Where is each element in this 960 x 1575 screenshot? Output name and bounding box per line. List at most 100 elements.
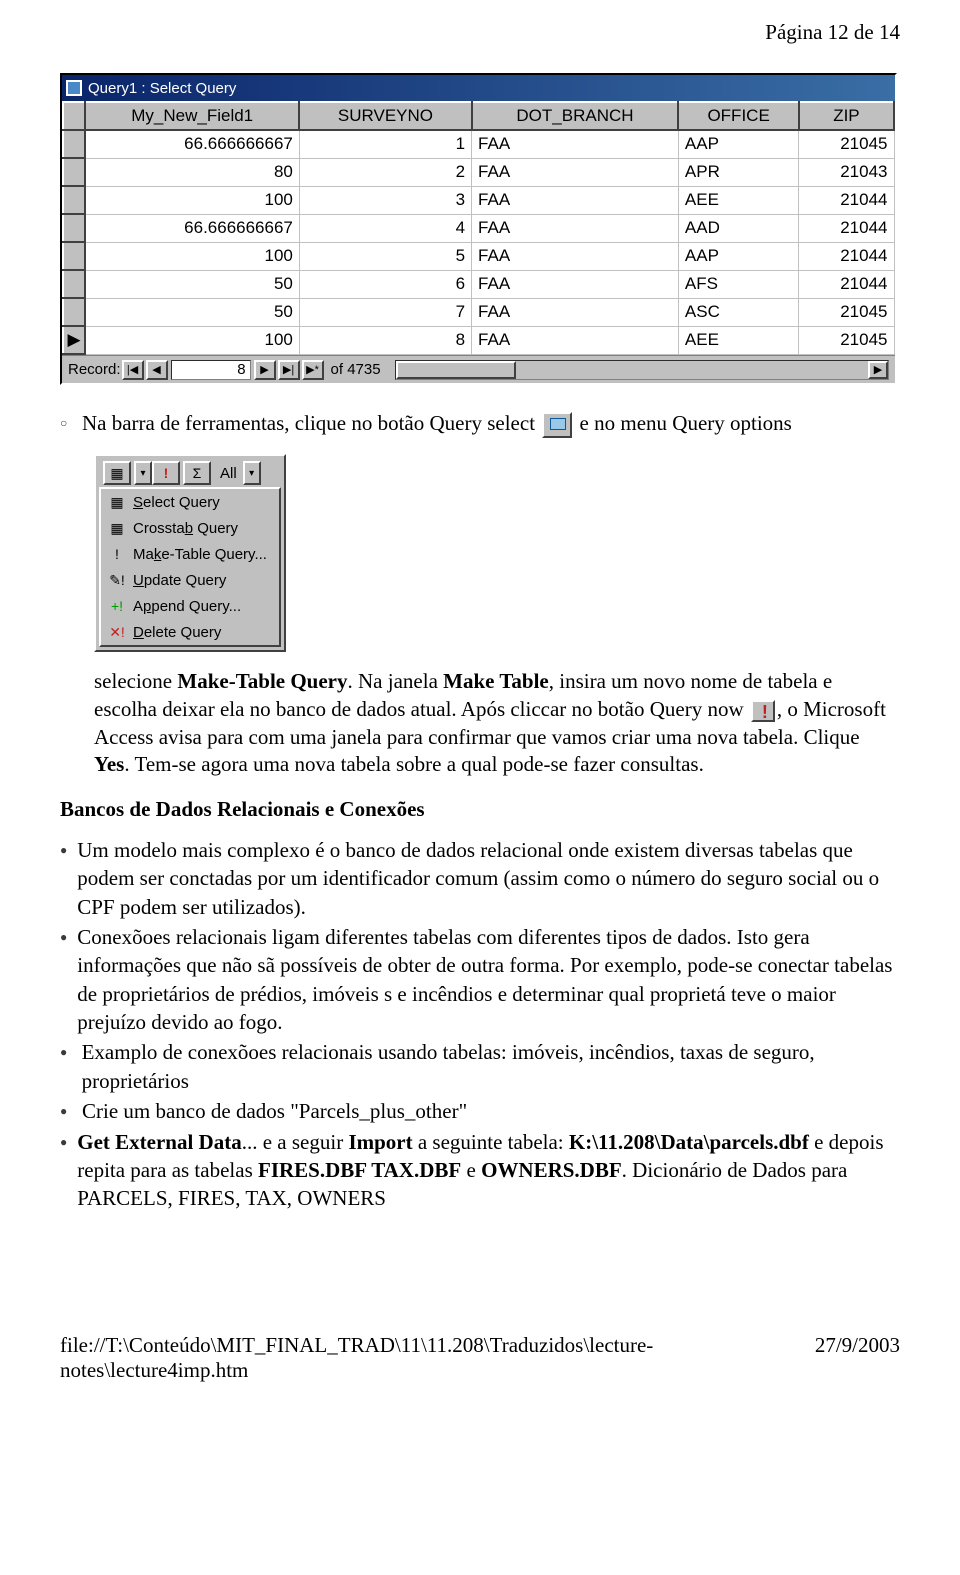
- col-header[interactable]: OFFICE: [678, 102, 798, 130]
- menu-item-append-query[interactable]: +!Append Query...: [101, 593, 279, 619]
- cell[interactable]: AAD: [678, 214, 798, 242]
- footer-date: 27/9/2003: [815, 1333, 900, 1383]
- cell[interactable]: FAA: [472, 130, 679, 158]
- bullet-icon: ○: [60, 415, 72, 431]
- cell[interactable]: 21045: [799, 130, 894, 158]
- table-row[interactable]: 66.6666666671FAAAAP21045: [63, 130, 894, 158]
- cell[interactable]: FAA: [472, 270, 679, 298]
- record-number-input[interactable]: 8: [171, 360, 251, 380]
- cell[interactable]: 50: [85, 270, 299, 298]
- cell[interactable]: 21043: [799, 158, 894, 186]
- nav-last-button[interactable]: ▶|: [278, 360, 300, 380]
- datasheet-icon: [66, 80, 82, 96]
- window-title: Query1 : Select Query: [88, 80, 236, 97]
- cell[interactable]: 21045: [799, 298, 894, 326]
- menu-item-delete-query[interactable]: ✕!Delete Query: [101, 619, 279, 645]
- cell[interactable]: 1: [299, 130, 471, 158]
- row-selector[interactable]: [63, 242, 85, 270]
- col-header[interactable]: SURVEYNO: [299, 102, 471, 130]
- cell[interactable]: 21045: [799, 326, 894, 354]
- cell[interactable]: 100: [85, 186, 299, 214]
- menu-item-update-query[interactable]: ✎!Update Query: [101, 567, 279, 593]
- bullet-icon: ●: [60, 1134, 67, 1150]
- table-row[interactable]: 1005FAAAAP21044: [63, 242, 894, 270]
- run-query-icon[interactable]: !: [152, 461, 180, 485]
- row-selector[interactable]: [63, 298, 85, 326]
- record-navigator: Record: |◀ ◀ 8 ▶ ▶| ▶* of 4735 ▶: [62, 355, 895, 383]
- table-row[interactable]: 66.6666666674FAAAAD21044: [63, 214, 894, 242]
- cell[interactable]: FAA: [472, 326, 679, 354]
- nav-next-button[interactable]: ▶: [254, 360, 276, 380]
- dropdown-arrow-icon[interactable]: ▾: [243, 461, 261, 485]
- cell[interactable]: APR: [678, 158, 798, 186]
- body-text: Na barra de ferramentas, clique no botão…: [82, 411, 535, 435]
- menu-item-select-query[interactable]: ▦Select Query: [101, 489, 279, 515]
- cell[interactable]: 21044: [799, 242, 894, 270]
- list-item: ● Crie um banco de dados "Parcels_plus_o…: [60, 1097, 900, 1125]
- scrollbar-thumb[interactable]: [396, 361, 516, 379]
- cell[interactable]: ASC: [678, 298, 798, 326]
- cell[interactable]: 3: [299, 186, 471, 214]
- col-header[interactable]: ZIP: [799, 102, 894, 130]
- nav-prev-button[interactable]: ◀: [146, 360, 168, 380]
- body-text: selecione Make-Table Query. Na janela Ma…: [94, 668, 900, 779]
- page-number: Página 12 de 14: [60, 20, 900, 45]
- row-selector[interactable]: [63, 214, 85, 242]
- row-selector[interactable]: [63, 270, 85, 298]
- cell[interactable]: 80: [85, 158, 299, 186]
- nav-new-button[interactable]: ▶*: [302, 360, 324, 380]
- body-text: Conexõoes relacionais ligam diferentes t…: [77, 923, 900, 1036]
- cell[interactable]: FAA: [472, 186, 679, 214]
- cell[interactable]: 7: [299, 298, 471, 326]
- table-row[interactable]: 802FAAAPR21043: [63, 158, 894, 186]
- cell[interactable]: 100: [85, 326, 299, 354]
- cell[interactable]: 21044: [799, 186, 894, 214]
- query-now-icon: [751, 700, 775, 722]
- scroll-right-arrow[interactable]: ▶: [868, 361, 888, 379]
- col-header[interactable]: My_New_Field1: [85, 102, 299, 130]
- horizontal-scrollbar[interactable]: ▶: [395, 360, 889, 380]
- cell[interactable]: 66.666666667: [85, 214, 299, 242]
- cell[interactable]: 2: [299, 158, 471, 186]
- cell[interactable]: FAA: [472, 158, 679, 186]
- table-row[interactable]: 507FAAASC21045: [63, 298, 894, 326]
- table-row[interactable]: 506FAAAFS21044: [63, 270, 894, 298]
- query-type-button-icon[interactable]: ▦: [103, 461, 131, 485]
- cell[interactable]: AAP: [678, 242, 798, 270]
- row-selector[interactable]: [63, 158, 85, 186]
- cell[interactable]: AAP: [678, 130, 798, 158]
- table-row[interactable]: ▶1008FAAAEE21045: [63, 326, 894, 354]
- cell[interactable]: 50: [85, 298, 299, 326]
- table-row[interactable]: 1003FAAAEE21044: [63, 186, 894, 214]
- row-selector[interactable]: ▶: [63, 326, 85, 354]
- cell[interactable]: 8: [299, 326, 471, 354]
- bullet-icon: ●: [60, 842, 67, 858]
- make-table-query-icon: !: [107, 545, 127, 563]
- menu-item-crosstab-query[interactable]: ▦Crosstab Query: [101, 515, 279, 541]
- cell[interactable]: 21044: [799, 214, 894, 242]
- cell[interactable]: AEE: [678, 326, 798, 354]
- cell[interactable]: 100: [85, 242, 299, 270]
- access-query-window: Query1 : Select Query My_New_Field1 SURV…: [60, 73, 897, 385]
- cell[interactable]: AFS: [678, 270, 798, 298]
- dropdown-arrow-icon[interactable]: ▾: [134, 461, 152, 485]
- totals-sigma-icon[interactable]: Σ: [183, 461, 211, 485]
- menu-item-make-table-query[interactable]: !Make-Table Query...: [101, 541, 279, 567]
- row-selector[interactable]: [63, 186, 85, 214]
- bullet-icon: ●: [60, 1103, 72, 1119]
- cell[interactable]: 5: [299, 242, 471, 270]
- nav-first-button[interactable]: |◀: [122, 360, 144, 380]
- cell[interactable]: 66.666666667: [85, 130, 299, 158]
- list-item: ● Conexõoes relacionais ligam diferentes…: [60, 923, 900, 1036]
- bullet-icon: ●: [60, 1044, 72, 1060]
- cell[interactable]: FAA: [472, 242, 679, 270]
- row-selector[interactable]: [63, 130, 85, 158]
- window-titlebar: Query1 : Select Query: [62, 75, 895, 101]
- cell[interactable]: 4: [299, 214, 471, 242]
- cell[interactable]: AEE: [678, 186, 798, 214]
- col-header[interactable]: DOT_BRANCH: [472, 102, 679, 130]
- cell[interactable]: FAA: [472, 214, 679, 242]
- cell[interactable]: 6: [299, 270, 471, 298]
- cell[interactable]: 21044: [799, 270, 894, 298]
- cell[interactable]: FAA: [472, 298, 679, 326]
